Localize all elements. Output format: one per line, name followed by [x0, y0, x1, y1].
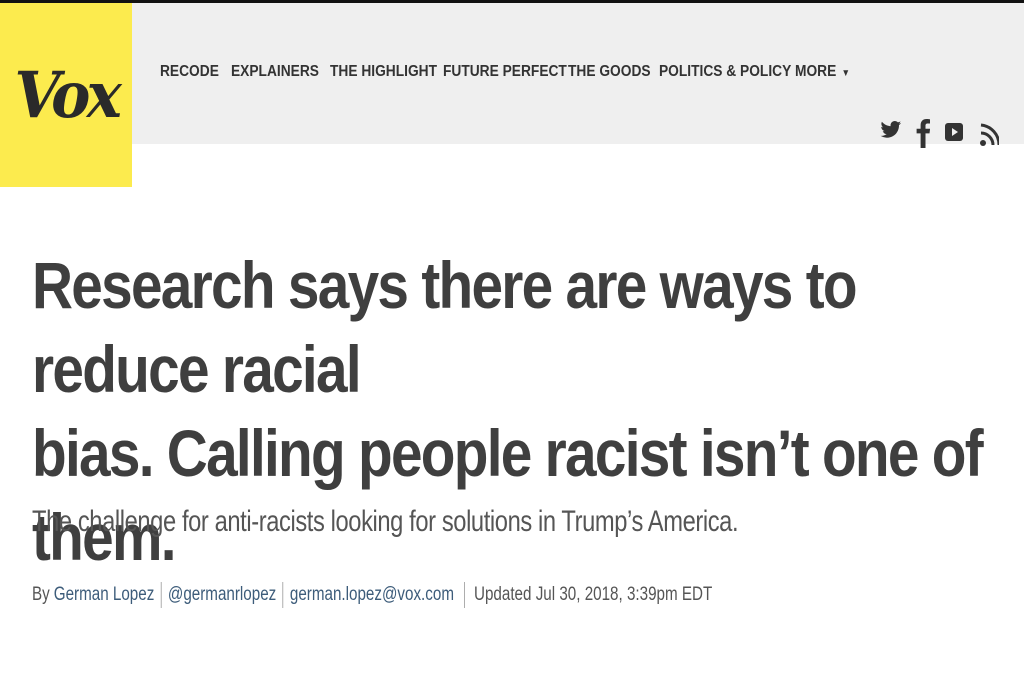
nav-item-more[interactable]: MORE ▼ — [795, 63, 850, 81]
nav-item-explainers[interactable]: EXPLAINERS — [231, 63, 319, 81]
nav-item-future-perfect[interactable]: FUTURE PERFECT — [443, 63, 567, 81]
nav-item-the-highlight[interactable]: THE HIGHLIGHT — [330, 63, 437, 81]
nav-item-the-goods[interactable]: THE GOODS — [568, 63, 651, 81]
author-twitter-link[interactable]: @germanrlopez — [168, 584, 276, 606]
chevron-down-icon: ▼ — [841, 68, 850, 79]
divider — [282, 582, 284, 608]
author-email-link[interactable]: german.lopez@vox.com — [290, 584, 454, 606]
nav-item-politics-policy[interactable]: POLITICS & POLICY — [659, 63, 791, 81]
rss-icon[interactable] — [979, 118, 999, 148]
headline-line-2: bias. Calling people racist isn’t one of… — [32, 416, 984, 574]
logo-text: Vox — [14, 57, 121, 133]
nav-item-recode[interactable]: RECODE — [160, 63, 219, 81]
author-link[interactable]: German Lopez — [54, 584, 155, 606]
twitter-icon[interactable] — [880, 120, 902, 140]
byline: By German Lopez @germanrlopez german.lop… — [32, 582, 712, 608]
more-label: MORE — [795, 63, 837, 80]
byline-prefix: By — [32, 584, 50, 605]
article-dek: The challenge for anti-racists looking f… — [32, 505, 739, 538]
divider — [463, 582, 465, 608]
divider — [160, 582, 162, 608]
facebook-icon[interactable] — [916, 116, 930, 148]
headline-line-1: Research says there are ways to reduce r… — [32, 248, 858, 406]
updated-timestamp: Updated Jul 30, 2018, 3:39pm EDT — [474, 584, 713, 605]
vox-logo[interactable]: Vox — [0, 3, 132, 187]
youtube-icon[interactable] — [944, 121, 964, 143]
